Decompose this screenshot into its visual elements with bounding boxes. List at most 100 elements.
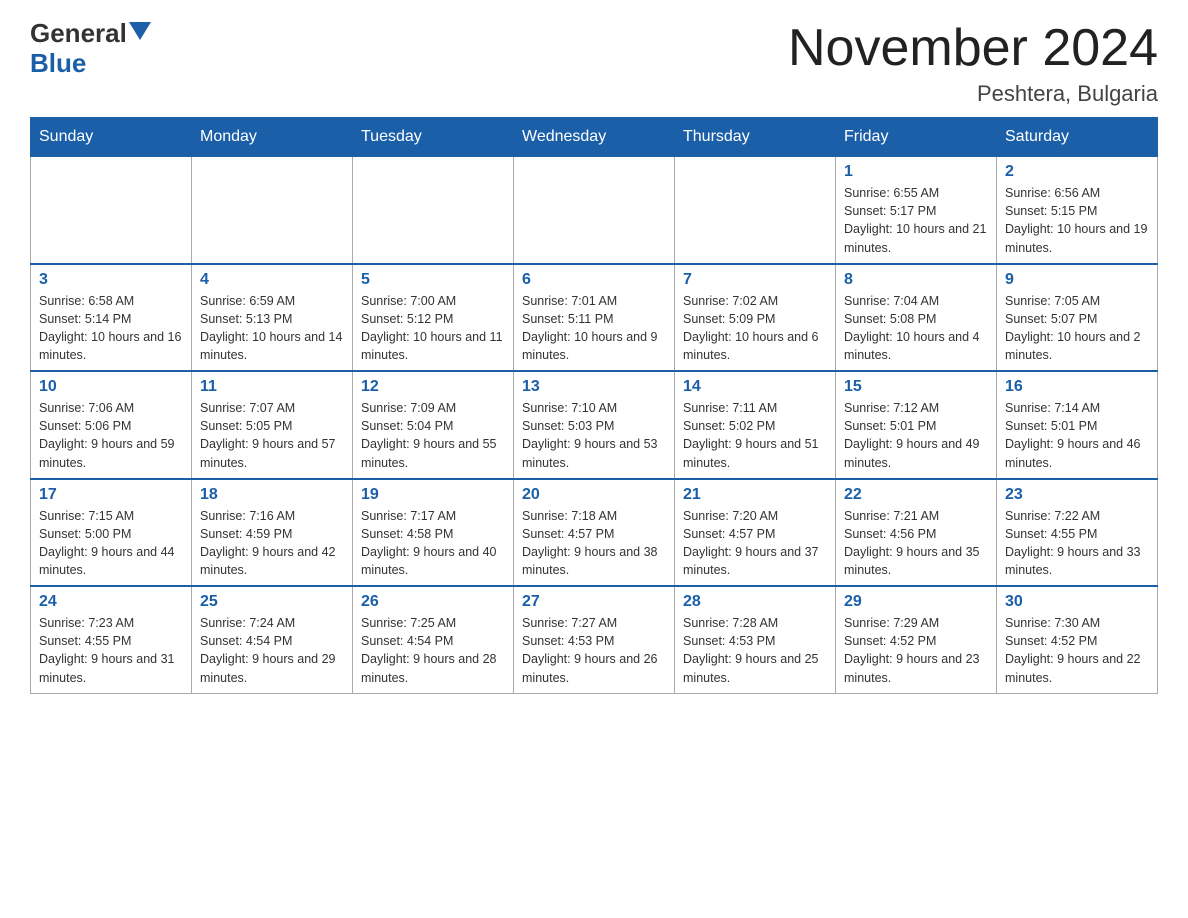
day-info: Sunrise: 7:00 AMSunset: 5:12 PMDaylight:… [361,292,505,365]
table-row: 30 Sunrise: 7:30 AMSunset: 4:52 PMDayligh… [997,586,1158,693]
table-row: 14 Sunrise: 7:11 AMSunset: 5:02 PMDayligh… [675,371,836,479]
day-info: Sunrise: 7:11 AMSunset: 5:02 PMDaylight:… [683,399,827,472]
day-info: Sunrise: 7:28 AMSunset: 4:53 PMDaylight:… [683,614,827,687]
day-number: 18 [200,486,344,504]
calendar-week-row: 10Sunrise: 7:06 AMSunset: 5:06 PMDayligh… [31,371,1158,479]
day-info: Sunrise: 7:16 AMSunset: 4:59 PMDaylight:… [200,507,344,580]
table-row: 15 Sunrise: 7:12 AMSunset: 5:01 PMDayligh… [836,371,997,479]
table-row: 5 Sunrise: 7:00 AMSunset: 5:12 PMDaylight… [353,264,514,372]
day-info: Sunrise: 6:56 AMSunset: 5:15 PMDaylight:… [1005,184,1149,257]
table-row: 23 Sunrise: 7:22 AMSunset: 4:55 PMDayligh… [997,479,1158,587]
day-number: 1 [844,163,988,181]
calendar-week-row: 1 Sunrise: 6:55 AMSunset: 5:17 PMDaylight… [31,157,1158,264]
logo: General Blue [30,20,151,79]
table-row: 25 Sunrise: 7:24 AMSunset: 4:54 PMDayligh… [192,586,353,693]
table-row: 11Sunrise: 7:07 AMSunset: 5:05 PMDayligh… [192,371,353,479]
day-number: 15 [844,378,988,396]
day-number: 30 [1005,593,1149,611]
table-row: 9 Sunrise: 7:05 AMSunset: 5:07 PMDaylight… [997,264,1158,372]
day-info: Sunrise: 7:29 AMSunset: 4:52 PMDaylight:… [844,614,988,687]
day-info: Sunrise: 7:18 AMSunset: 4:57 PMDaylight:… [522,507,666,580]
table-row: 17 Sunrise: 7:15 AMSunset: 5:00 PMDayligh… [31,479,192,587]
table-row: 16 Sunrise: 7:14 AMSunset: 5:01 PMDayligh… [997,371,1158,479]
table-row [353,157,514,264]
calendar-week-row: 3 Sunrise: 6:58 AMSunset: 5:14 PMDaylight… [31,264,1158,372]
day-number: 6 [522,271,666,289]
day-info: Sunrise: 7:25 AMSunset: 4:54 PMDaylight:… [361,614,505,687]
day-number: 19 [361,486,505,504]
day-info: Sunrise: 7:10 AMSunset: 5:03 PMDaylight:… [522,399,666,472]
day-number: 9 [1005,271,1149,289]
day-number: 26 [361,593,505,611]
table-row: 28 Sunrise: 7:28 AMSunset: 4:53 PMDayligh… [675,586,836,693]
day-info: Sunrise: 6:55 AMSunset: 5:17 PMDaylight:… [844,184,988,257]
day-number: 12 [361,378,505,396]
calendar-week-row: 17 Sunrise: 7:15 AMSunset: 5:00 PMDayligh… [31,479,1158,587]
col-friday: Friday [836,118,997,157]
col-wednesday: Wednesday [514,118,675,157]
day-info: Sunrise: 7:09 AMSunset: 5:04 PMDaylight:… [361,399,505,472]
day-number: 4 [200,271,344,289]
day-number: 24 [39,593,183,611]
day-info: Sunrise: 7:14 AMSunset: 5:01 PMDaylight:… [1005,399,1149,472]
day-info: Sunrise: 7:01 AMSunset: 5:11 PMDaylight:… [522,292,666,365]
table-row: 26 Sunrise: 7:25 AMSunset: 4:54 PMDayligh… [353,586,514,693]
title-section: November 2024 Peshtera, Bulgaria [788,20,1158,107]
table-row: 19 Sunrise: 7:17 AMSunset: 4:58 PMDayligh… [353,479,514,587]
table-row: 24 Sunrise: 7:23 AMSunset: 4:55 PMDayligh… [31,586,192,693]
day-info: Sunrise: 7:02 AMSunset: 5:09 PMDaylight:… [683,292,827,365]
day-number: 3 [39,271,183,289]
table-row: 29 Sunrise: 7:29 AMSunset: 4:52 PMDayligh… [836,586,997,693]
month-title: November 2024 [788,20,1158,77]
table-row: 1 Sunrise: 6:55 AMSunset: 5:17 PMDaylight… [836,157,997,264]
logo-general: General [30,20,127,46]
day-number: 5 [361,271,505,289]
day-number: 7 [683,271,827,289]
calendar-week-row: 24 Sunrise: 7:23 AMSunset: 4:55 PMDayligh… [31,586,1158,693]
col-monday: Monday [192,118,353,157]
table-row [514,157,675,264]
day-info: Sunrise: 7:20 AMSunset: 4:57 PMDaylight:… [683,507,827,580]
table-row: 10Sunrise: 7:06 AMSunset: 5:06 PMDayligh… [31,371,192,479]
day-info: Sunrise: 7:23 AMSunset: 4:55 PMDaylight:… [39,614,183,687]
day-number: 13 [522,378,666,396]
day-number: 21 [683,486,827,504]
day-number: 16 [1005,378,1149,396]
day-number: 22 [844,486,988,504]
day-info: Sunrise: 7:05 AMSunset: 5:07 PMDaylight:… [1005,292,1149,365]
day-info: Sunrise: 7:22 AMSunset: 4:55 PMDaylight:… [1005,507,1149,580]
table-row: 27Sunrise: 7:27 AMSunset: 4:53 PMDayligh… [514,586,675,693]
day-number: 11 [200,378,344,396]
table-row: 18 Sunrise: 7:16 AMSunset: 4:59 PMDayligh… [192,479,353,587]
page-header: General Blue November 2024 Peshtera, Bul… [30,20,1158,107]
day-info: Sunrise: 6:58 AMSunset: 5:14 PMDaylight:… [39,292,183,365]
col-saturday: Saturday [997,118,1158,157]
table-row: 4Sunrise: 6:59 AMSunset: 5:13 PMDaylight… [192,264,353,372]
day-info: Sunrise: 7:30 AMSunset: 4:52 PMDaylight:… [1005,614,1149,687]
day-number: 23 [1005,486,1149,504]
table-row: 22Sunrise: 7:21 AMSunset: 4:56 PMDayligh… [836,479,997,587]
calendar-table: Sunday Monday Tuesday Wednesday Thursday… [30,117,1158,694]
day-info: Sunrise: 7:17 AMSunset: 4:58 PMDaylight:… [361,507,505,580]
day-number: 14 [683,378,827,396]
day-number: 25 [200,593,344,611]
day-info: Sunrise: 7:24 AMSunset: 4:54 PMDaylight:… [200,614,344,687]
day-info: Sunrise: 7:04 AMSunset: 5:08 PMDaylight:… [844,292,988,365]
table-row: 8Sunrise: 7:04 AMSunset: 5:08 PMDaylight… [836,264,997,372]
table-row: 12 Sunrise: 7:09 AMSunset: 5:04 PMDayligh… [353,371,514,479]
day-number: 28 [683,593,827,611]
calendar-header-row: Sunday Monday Tuesday Wednesday Thursday… [31,118,1158,157]
day-number: 27 [522,593,666,611]
table-row: 21 Sunrise: 7:20 AMSunset: 4:57 PMDayligh… [675,479,836,587]
table-row: 20Sunrise: 7:18 AMSunset: 4:57 PMDayligh… [514,479,675,587]
table-row [192,157,353,264]
day-info: Sunrise: 7:12 AMSunset: 5:01 PMDaylight:… [844,399,988,472]
day-number: 29 [844,593,988,611]
table-row: 3 Sunrise: 6:58 AMSunset: 5:14 PMDaylight… [31,264,192,372]
table-row: 6 Sunrise: 7:01 AMSunset: 5:11 PMDaylight… [514,264,675,372]
day-info: Sunrise: 7:15 AMSunset: 5:00 PMDaylight:… [39,507,183,580]
table-row: 2Sunrise: 6:56 AMSunset: 5:15 PMDaylight… [997,157,1158,264]
table-row [675,157,836,264]
day-number: 17 [39,486,183,504]
day-number: 10 [39,378,183,396]
